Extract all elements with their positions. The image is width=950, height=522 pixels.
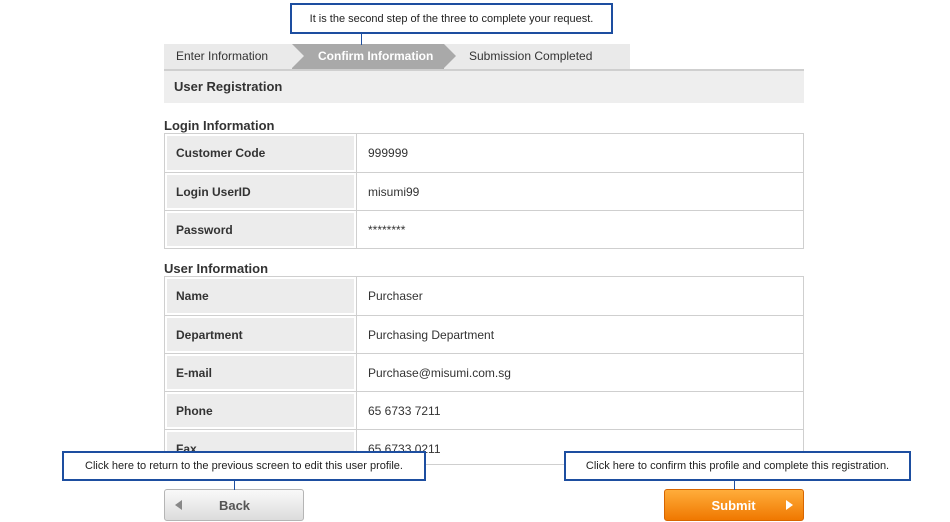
table-row: Name Purchaser	[165, 277, 803, 315]
password-label: Password	[165, 211, 356, 248]
step-submission-completed: Submission Completed	[444, 44, 630, 69]
step-enter-information: Enter Information	[164, 44, 292, 69]
user-information-title: User Information	[164, 261, 269, 276]
login-information-table: Customer Code 999999 Login UserID misumi…	[164, 133, 804, 249]
table-row: Login UserID misumi99	[165, 172, 803, 210]
email-label: E-mail	[165, 354, 356, 391]
table-row: E-mail Purchase@misumi.com.sg	[165, 353, 803, 391]
submit-button-label: Submit	[711, 497, 756, 513]
back-button-label: Back	[218, 497, 251, 513]
back-button[interactable]: Back	[164, 489, 304, 521]
login-information-title: Login Information	[164, 118, 275, 133]
table-row: Phone 65 6733 7211	[165, 391, 803, 429]
arrow-left-icon	[175, 500, 182, 510]
phone-label: Phone	[165, 392, 356, 429]
arrow-right-icon	[786, 500, 793, 510]
back-callout-pointer	[234, 480, 235, 490]
step-callout: It is the second step of the three to co…	[290, 3, 613, 34]
table-row: Department Purchasing Department	[165, 315, 803, 353]
customer-code-label: Customer Code	[165, 134, 356, 172]
login-userid-value: misumi99	[356, 173, 803, 210]
customer-code-value: 999999	[356, 134, 803, 172]
login-userid-label: Login UserID	[165, 173, 356, 210]
page-title: User Registration	[164, 71, 804, 103]
name-label: Name	[165, 277, 356, 315]
user-information-table: Name Purchaser Department Purchasing Dep…	[164, 276, 804, 465]
phone-value: 65 6733 7211	[356, 392, 803, 429]
email-value: Purchase@misumi.com.sg	[356, 354, 803, 391]
department-value: Purchasing Department	[356, 316, 803, 353]
submit-button[interactable]: Submit	[664, 489, 804, 521]
progress-steps: Enter Information Confirm Information Su…	[164, 44, 630, 69]
table-row: Password ********	[165, 210, 803, 248]
name-value: Purchaser	[356, 277, 803, 315]
step-confirm-information: Confirm Information	[292, 44, 456, 69]
department-label: Department	[165, 316, 356, 353]
back-callout: Click here to return to the previous scr…	[62, 451, 426, 481]
submit-callout-pointer	[734, 480, 735, 490]
password-value: ********	[356, 211, 803, 248]
submit-callout: Click here to confirm this profile and c…	[564, 451, 911, 481]
step-callout-pointer	[361, 33, 362, 45]
table-row: Customer Code 999999	[165, 134, 803, 172]
